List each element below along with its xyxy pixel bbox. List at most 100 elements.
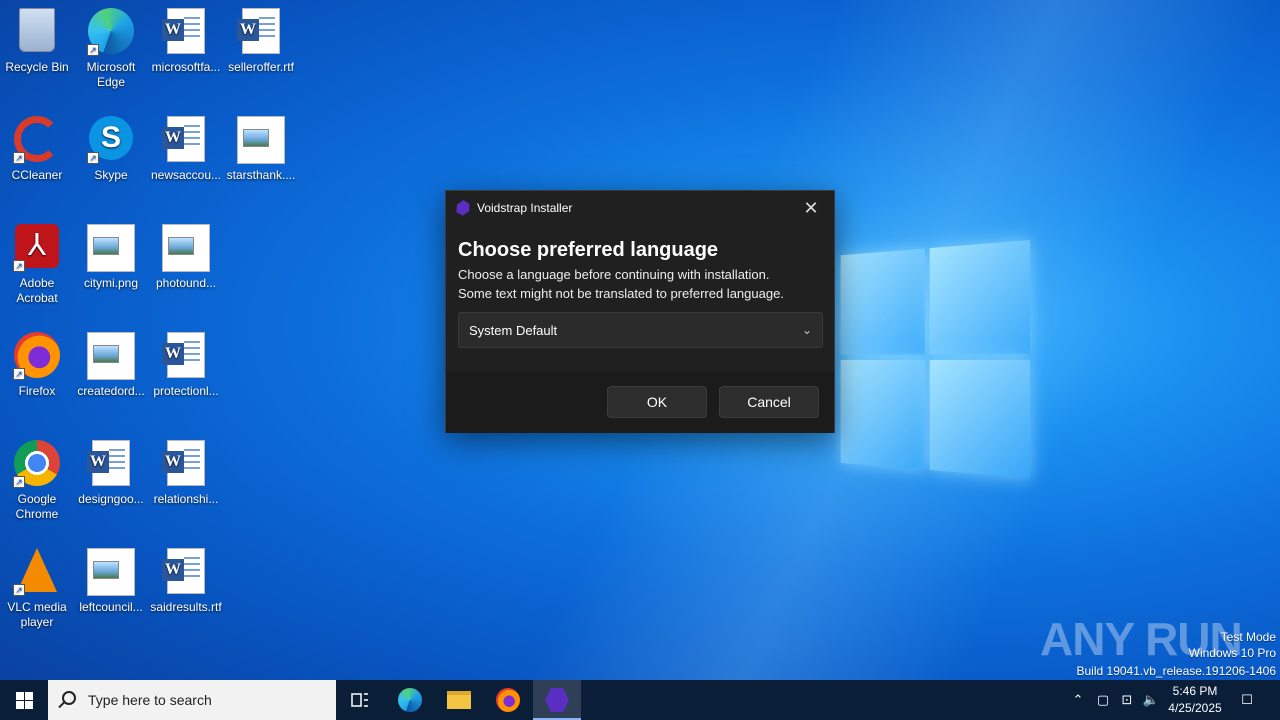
- desktop-icon-newsaccou[interactable]: newsaccou...: [148, 112, 224, 183]
- clock-date: 4/25/2025: [1168, 701, 1222, 715]
- desktop-icon-leftcouncil[interactable]: leftcouncil...: [73, 544, 149, 615]
- desktop-icon-label: saidresults.rtf: [150, 600, 222, 614]
- cancel-button[interactable]: Cancel: [719, 386, 819, 418]
- taskbar: Type here to search ⌃ ▢ ⊡ 🔈 5:46 PM 4/25…: [0, 680, 1280, 720]
- word-document-icon: [162, 332, 205, 378]
- clock-time: 5:46 PM: [1172, 684, 1218, 698]
- shortcut-arrow-icon: ↗: [87, 152, 99, 164]
- desktop-icon-microsoftfa[interactable]: microsoftfa...: [148, 4, 224, 75]
- folder-icon: [447, 691, 471, 709]
- desktop-icon-label: newsaccou...: [150, 168, 222, 182]
- close-icon[interactable]: ✕: [796, 195, 826, 221]
- desktop-icon-label: citymi.png: [83, 276, 139, 290]
- desktop-icon-label: relationshi...: [153, 492, 219, 506]
- desktop-icon-selleroffer[interactable]: selleroffer.rtf: [223, 4, 299, 75]
- shortcut-arrow-icon: ↗: [87, 44, 99, 56]
- taskbar-search-box[interactable]: Type here to search: [48, 680, 336, 720]
- voidstrap-app-icon: [545, 688, 569, 712]
- desktop-icon-label: createdord...: [77, 384, 145, 398]
- desktop-icon-ccleaner[interactable]: ↗ CCleaner: [0, 112, 75, 183]
- desktop-icon-label: microsoftfa...: [151, 60, 221, 74]
- word-document-icon: [162, 116, 205, 162]
- desktop-icon-photound[interactable]: photound...: [148, 220, 224, 291]
- desktop-icon-label: Microsoft Edge: [86, 60, 136, 89]
- desktop-icon-label: leftcouncil...: [79, 600, 143, 614]
- desktop-icon-label: VLC media player: [7, 600, 67, 629]
- logo-pane: [929, 360, 1030, 478]
- desktop-icon-chrome[interactable]: ↗ Google Chrome: [0, 436, 75, 522]
- desktop-icon-label: Google Chrome: [15, 492, 59, 521]
- desktop-icon-citymi[interactable]: citymi.png: [73, 220, 149, 291]
- ok-button[interactable]: OK: [607, 386, 707, 418]
- image-file-icon: [87, 548, 135, 596]
- task-view-icon: [351, 693, 368, 707]
- desktop-icon-label: CCleaner: [11, 168, 63, 182]
- desktop-icon-recycle-bin[interactable]: Recycle Bin: [0, 4, 75, 75]
- image-file-icon: [87, 224, 135, 272]
- word-document-icon: [237, 8, 280, 54]
- desktop-icon-label: designgoo...: [78, 492, 144, 506]
- shortcut-arrow-icon: ↗: [13, 260, 25, 272]
- system-clock[interactable]: 5:46 PM 4/25/2025: [1162, 683, 1228, 717]
- taskbar-firefox[interactable]: [484, 680, 532, 720]
- image-file-icon: [162, 224, 210, 272]
- logo-pane: [840, 248, 925, 355]
- language-select-value: System Default: [469, 323, 558, 338]
- desktop-icon-label: protectionl...: [153, 384, 219, 398]
- desktop-icon-vlc[interactable]: ↗ VLC media player: [0, 544, 75, 630]
- firefox-icon: [496, 688, 520, 712]
- dialog-title: Voidstrap Installer: [477, 201, 573, 215]
- shortcut-arrow-icon: ↗: [13, 152, 25, 164]
- desktop: Recycle Bin ↗ CCleaner ⅄ ↗ Adobe Acrobat …: [0, 0, 1280, 680]
- desktop-icon-acrobat[interactable]: ⅄ ↗ Adobe Acrobat: [0, 220, 75, 306]
- desktop-icon-label: photound...: [155, 276, 217, 290]
- test-mode-text: Test Mode: [1220, 630, 1276, 644]
- notifications-icon[interactable]: ☐: [1234, 680, 1260, 720]
- desktop-icon-label: Skype: [94, 168, 128, 182]
- desktop-icon-createdord[interactable]: createdord...: [73, 328, 149, 399]
- edge-icon: [398, 688, 422, 712]
- shortcut-arrow-icon: ↗: [13, 584, 25, 596]
- network-icon[interactable]: ⊡: [1116, 680, 1138, 720]
- taskbar-edge[interactable]: [386, 680, 434, 720]
- desktop-icon-label: selleroffer.rtf: [228, 60, 294, 74]
- windows-logo-icon: [16, 692, 24, 700]
- meet-now-icon[interactable]: ▢: [1093, 680, 1113, 720]
- image-file-icon: [237, 116, 285, 164]
- word-document-icon: [87, 440, 130, 486]
- desktop-icon-starsthank[interactable]: starsthank....: [223, 112, 299, 183]
- desktop-icon-saidresults[interactable]: saidresults.rtf: [148, 544, 224, 615]
- voidstrap-app-icon: [453, 198, 472, 217]
- task-view-button[interactable]: [336, 680, 384, 720]
- desktop-icon-label: Adobe Acrobat: [16, 276, 58, 305]
- logo-pane: [840, 360, 925, 470]
- windows-edition-text: Windows 10 Pro: [1188, 646, 1276, 660]
- desktop-icon-protectionl[interactable]: protectionl...: [148, 328, 224, 399]
- chevron-down-icon: ⌄: [801, 323, 812, 337]
- desktop-icon-relationshi[interactable]: relationshi...: [148, 436, 224, 507]
- search-icon: [62, 691, 76, 705]
- dialog-heading: Choose preferred language: [458, 239, 719, 261]
- desktop-icon-firefox[interactable]: ↗ Firefox: [0, 328, 75, 399]
- desktop-icon-label: Firefox: [18, 384, 56, 398]
- description-line-1: Choose a language before continuing with…: [458, 267, 770, 282]
- shortcut-arrow-icon: ↗: [13, 368, 25, 380]
- windows-logo-wallpaper: [840, 240, 1030, 480]
- volume-icon[interactable]: 🔈: [1140, 680, 1162, 720]
- desktop-icon-skype[interactable]: S ↗ Skype: [73, 112, 149, 183]
- dialog-description: Choose a language before continuing with…: [458, 265, 784, 303]
- language-select[interactable]: System Default ⌄: [458, 312, 823, 348]
- recycle-bin-icon: [19, 8, 55, 52]
- start-button[interactable]: [0, 680, 48, 720]
- desktop-icon-edge[interactable]: ↗ Microsoft Edge: [73, 4, 149, 90]
- desktop-icon-designgoo[interactable]: designgoo...: [73, 436, 149, 507]
- show-hidden-icons-chevron-icon[interactable]: ⌃: [1068, 680, 1088, 720]
- dialog-titlebar[interactable]: Voidstrap Installer ✕: [446, 191, 834, 225]
- description-line-2: Some text might not be translated to pre…: [458, 286, 784, 301]
- logo-pane: [929, 240, 1030, 355]
- taskbar-file-explorer[interactable]: [435, 680, 483, 720]
- taskbar-voidstrap[interactable]: [533, 680, 581, 720]
- image-file-icon: [87, 332, 135, 380]
- voidstrap-installer-dialog: Voidstrap Installer ✕ Choose preferred l…: [445, 190, 835, 433]
- desktop-icon-label: Recycle Bin: [5, 60, 69, 74]
